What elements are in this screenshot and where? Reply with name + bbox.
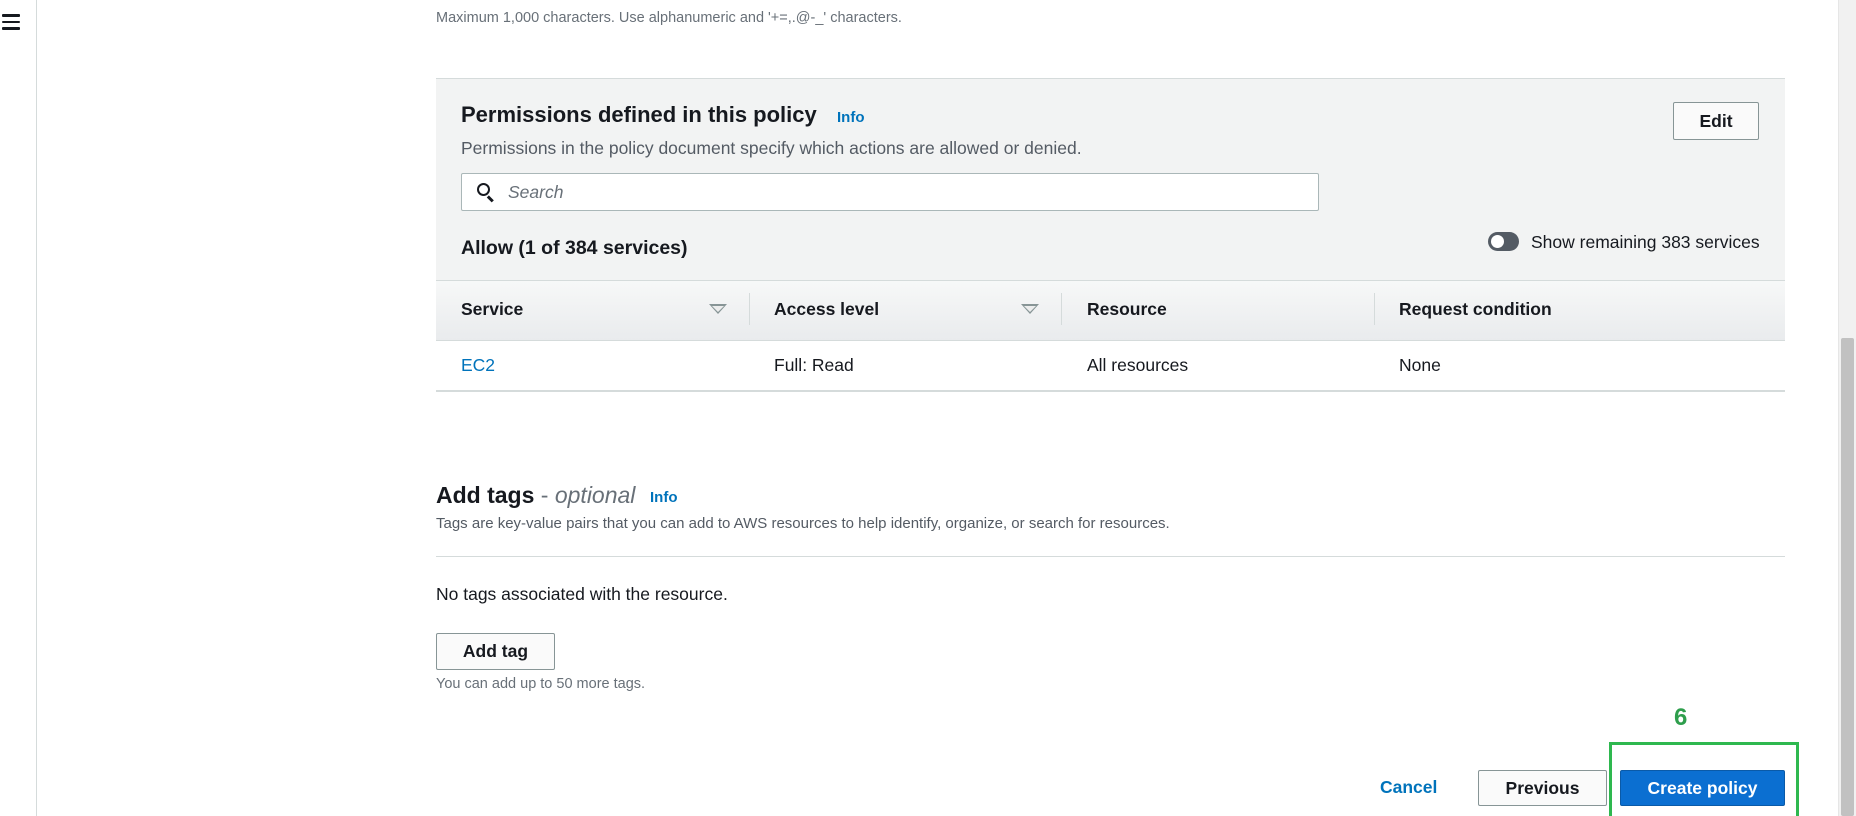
column-header-resource: Resource — [1087, 299, 1167, 319]
tags-limit-hint: You can add up to 50 more tags. — [436, 676, 646, 692]
show-remaining-label: Show remaining 383 services — [1531, 232, 1760, 252]
previous-button[interactable]: Previous — [1478, 770, 1607, 806]
permissions-title: Permissions defined in this policy — [461, 102, 817, 127]
request-condition-cell: None — [1399, 355, 1441, 375]
scrollbar-track[interactable] — [1838, 0, 1856, 816]
add-tag-button[interactable]: Add tag — [436, 633, 555, 670]
tags-info-link[interactable]: Info — [650, 489, 678, 506]
description-hint: Maximum 1,000 characters. Use alphanumer… — [436, 10, 902, 26]
search-input[interactable] — [508, 181, 1288, 203]
tags-title-text: Add tags — [436, 482, 535, 508]
tags-title-dash: - — [534, 482, 555, 508]
edit-button[interactable]: Edit — [1673, 102, 1759, 140]
scrollbar-thumb[interactable] — [1841, 338, 1854, 816]
permissions-description: Permissions in the policy document speci… — [461, 138, 1082, 158]
service-link-ec2[interactable]: EC2 — [461, 355, 495, 376]
left-nav-rail — [0, 0, 37, 816]
column-separator — [749, 293, 750, 325]
column-header-service[interactable]: Service — [461, 299, 523, 320]
resource-cell: All resources — [1087, 355, 1189, 375]
create-policy-button[interactable]: Create policy — [1620, 770, 1785, 806]
tags-description: Tags are key-value pairs that you can ad… — [436, 515, 1170, 532]
column-header-request-condition: Request condition — [1399, 299, 1552, 319]
column-separator — [1374, 293, 1375, 325]
table-bottom-border — [436, 390, 1785, 392]
page: Maximum 1,000 characters. Use alphanumer… — [0, 0, 1856, 816]
cancel-button[interactable]: Cancel — [1380, 777, 1437, 798]
column-separator — [1061, 293, 1062, 325]
no-tags-message: No tags associated with the resource. — [436, 584, 728, 604]
access-level-cell: Full: Read — [774, 355, 854, 375]
search-icon — [476, 182, 496, 203]
permissions-info-link[interactable]: Info — [837, 109, 865, 126]
tags-divider — [436, 556, 1785, 557]
sort-service-icon[interactable] — [709, 304, 727, 314]
show-remaining-toggle[interactable] — [1488, 232, 1519, 251]
allow-services-title: Allow (1 of 384 services) — [461, 237, 688, 259]
tags-title: Add tags - optional — [436, 482, 635, 509]
sort-access-level-icon[interactable] — [1021, 304, 1039, 314]
hamburger-menu-icon[interactable] — [2, 14, 20, 30]
step-number-annotation: 6 — [1674, 704, 1688, 731]
tags-optional-label: optional — [554, 482, 636, 508]
toggle-knob — [1491, 235, 1504, 248]
column-header-access-level[interactable]: Access level — [774, 299, 879, 320]
search-box — [461, 173, 1319, 211]
